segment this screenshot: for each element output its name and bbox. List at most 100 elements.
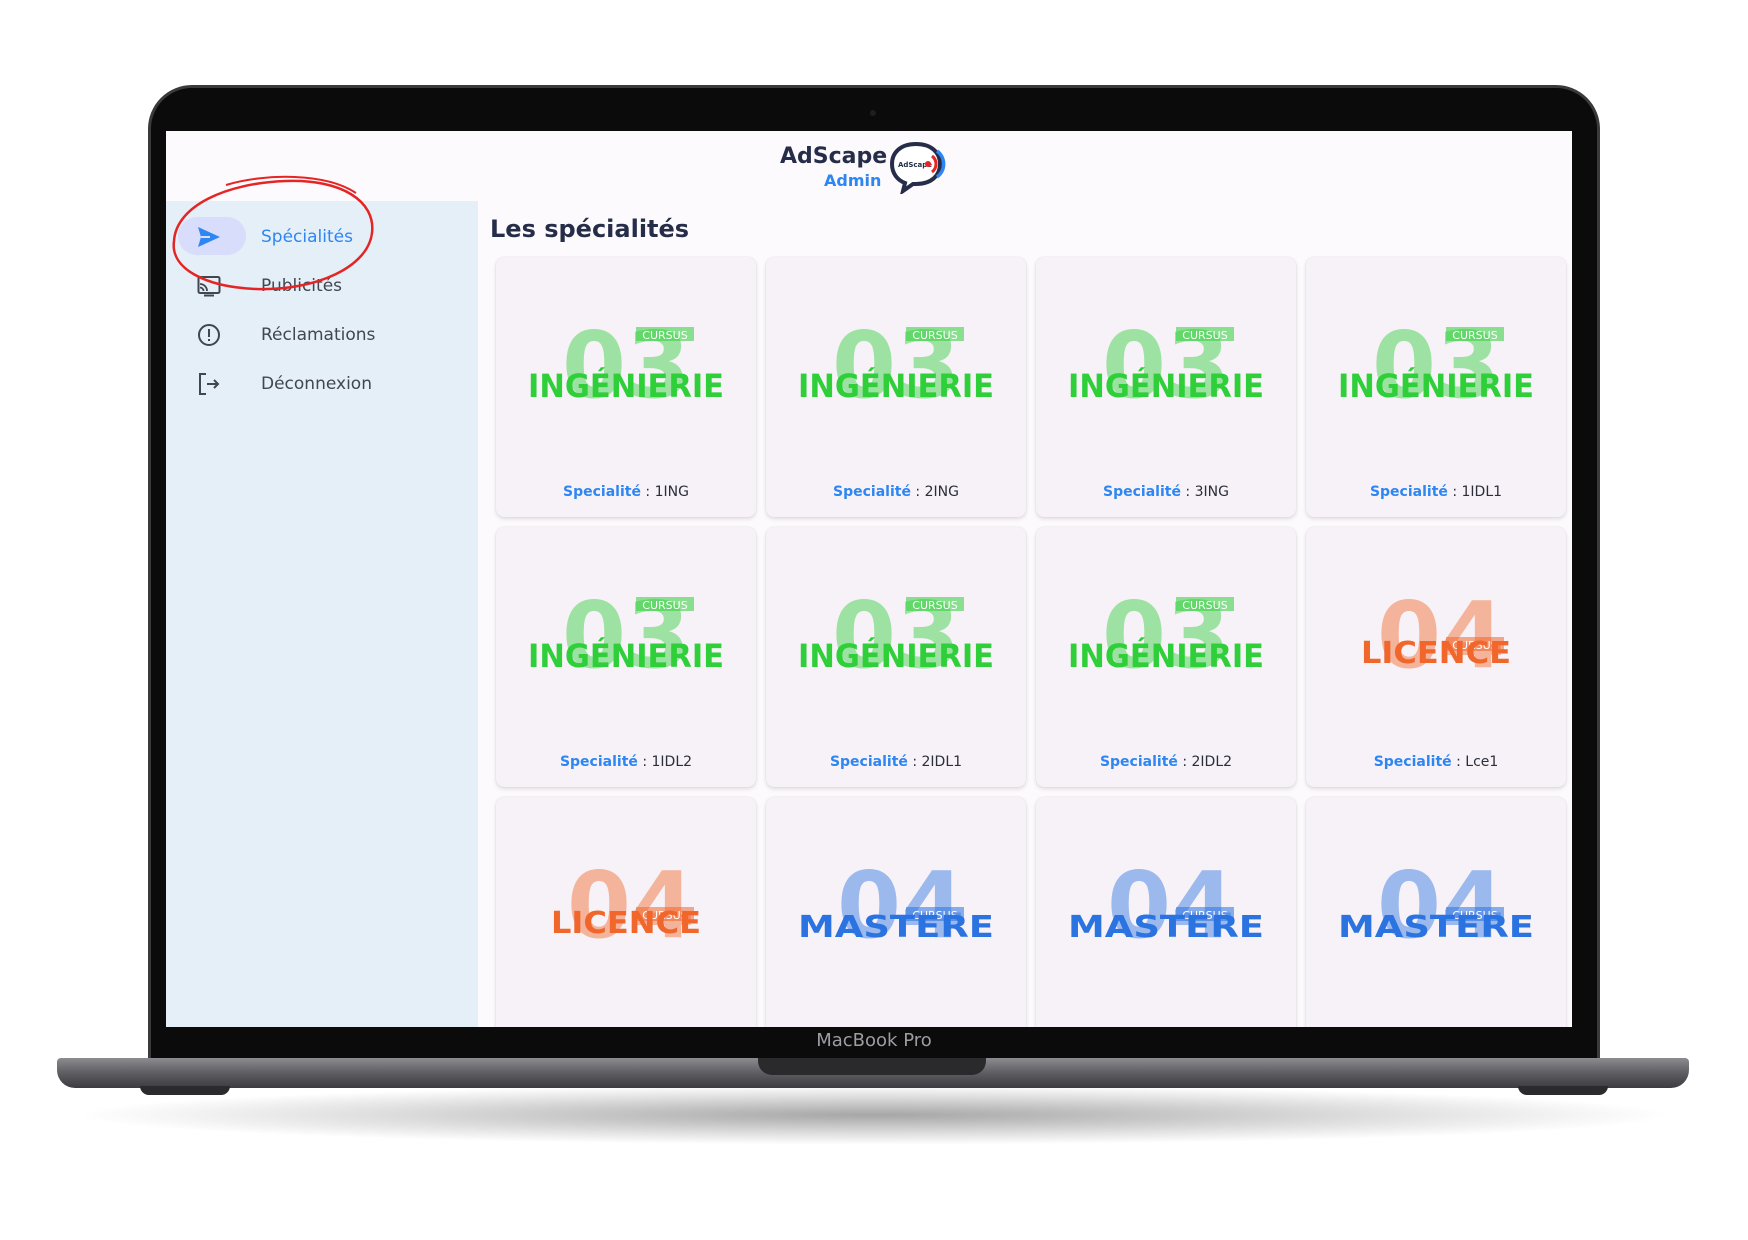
card-separator: :	[1177, 754, 1192, 770]
card-label: Specialité : 1IDL1	[1306, 484, 1566, 500]
card-label: Specialité : 1ING	[496, 484, 756, 500]
cursus-logo-ing: 03CURSUSINGÉNIERIE	[798, 587, 994, 687]
laptop-shadow	[70, 1085, 1678, 1145]
cursus-word: MASTERE	[1338, 910, 1534, 945]
cursus-logo-lic: 04CURSUSLICENCE	[551, 857, 701, 957]
cursus-word: INGÉNIERIE	[528, 367, 724, 405]
device-label: MacBook Pro	[816, 1030, 932, 1051]
specialite-card[interactable]: 04 CURSUS MASTERE	[766, 797, 1026, 1027]
camera-icon	[870, 110, 876, 116]
cursus-small: CURSUS	[912, 329, 957, 342]
sidebar-item-label: Publicités	[261, 276, 343, 296]
card-label: Specialité : 3ING	[1036, 484, 1296, 500]
specialite-card[interactable]: 04 CURSUS LICENCE	[496, 797, 756, 1027]
sidebar-item-deconnexion[interactable]: Déconnexion	[166, 361, 478, 407]
cursus-word: LICENCE	[1361, 636, 1511, 671]
cursus-small: CURSUS	[642, 599, 687, 612]
card-key: Specialité	[559, 754, 638, 770]
sidebar-item-label: Réclamations	[261, 325, 376, 345]
cursus-logo-ing: 03CURSUSINGÉNIERIE	[528, 587, 724, 687]
alert-circle-icon	[198, 324, 220, 346]
cursus-logo-mas: 04CURSUSMASTERE	[1338, 857, 1534, 957]
card-label: Specialité : 1IDL2	[496, 754, 756, 770]
cursus-logo-ing: 03CURSUSINGÉNIERIE	[528, 317, 724, 417]
cursus-logo-ing: 03CURSUSINGÉNIERIE	[798, 317, 994, 417]
card-key: Specialité	[829, 754, 908, 770]
specialite-card[interactable]: 03 CURSUS INGÉNIERIE Specialité : 2IDL1	[766, 527, 1026, 787]
card-key: Specialité	[833, 484, 911, 500]
card-key: Specialité	[1369, 484, 1448, 500]
card-label: Specialité : 2IDL2	[1036, 754, 1296, 770]
card-label: Specialité : 2ING	[766, 484, 1026, 500]
cursus-logo-ing: 03CURSUSINGÉNIERIE	[1068, 587, 1264, 687]
cursus-small: CURSUS	[1182, 599, 1227, 612]
sidebar-item-publicites[interactable]: Publicités	[166, 263, 478, 309]
specialite-card[interactable]: 03 CURSUS INGÉNIERIE Specialité : 1ING	[496, 257, 756, 517]
laptop-foot-left	[140, 1086, 230, 1095]
specialite-card[interactable]: 03 CURSUS INGÉNIERIE Specialité : 1IDL1	[1306, 257, 1566, 517]
card-value: 1ING	[654, 484, 689, 500]
card-value: 2IDL1	[921, 754, 963, 770]
cursus-word: INGÉNIERIE	[798, 637, 994, 675]
specialite-card[interactable]: 03 CURSUS INGÉNIERIE Specialité : 2ING	[766, 257, 1026, 517]
stage: AdScape Admin AdScape Spécialités Public…	[0, 0, 1748, 1240]
specialite-card[interactable]: 03 CURSUS INGÉNIERIE Specialité : 1IDL2	[496, 527, 756, 787]
card-separator: :	[637, 754, 652, 770]
cursus-word: LICENCE	[551, 906, 701, 941]
cursus-logo-lic: 04CURSUSLICENCE	[1361, 587, 1511, 687]
cast-icon	[197, 276, 221, 297]
card-separator: :	[1180, 484, 1195, 500]
main-content: Les spécialités 03 CURSUS INGÉNIERIE Specia…	[478, 201, 1572, 1027]
card-value: 1IDL2	[651, 754, 693, 770]
laptop-foot-right	[1518, 1086, 1608, 1095]
card-value: Lce1	[1465, 754, 1499, 770]
sidebar-item-specialites[interactable]: Spécialités	[166, 214, 478, 260]
cursus-small: CURSUS	[1182, 329, 1227, 342]
card-value: 2IDL2	[1191, 754, 1233, 770]
adscape-logo-icon: AdScape	[889, 141, 946, 194]
card-key: Specialité	[1103, 484, 1181, 500]
card-separator: :	[640, 484, 655, 500]
cursus-logo-ing: 03CURSUSINGÉNIERIE	[1068, 317, 1264, 417]
app-screen: AdScape Admin AdScape Spécialités Public…	[166, 131, 1572, 1027]
specialite-card[interactable]: 04 CURSUS LICENCE Specialité : Lce1	[1306, 527, 1566, 787]
cursus-word: INGÉNIERIE	[1068, 637, 1264, 675]
specialite-card[interactable]: 04 CURSUS MASTERE	[1306, 797, 1566, 1027]
cursus-word: INGÉNIERIE	[798, 367, 994, 405]
specialite-card[interactable]: 03 CURSUS INGÉNIERIE Specialité : 3ING	[1036, 257, 1296, 517]
sidebar-item-label: Spécialités	[261, 227, 353, 247]
card-key: Specialité	[1099, 754, 1178, 770]
card-value: 1IDL1	[1461, 484, 1503, 500]
send-icon	[198, 227, 220, 247]
card-key: Specialité	[1373, 754, 1452, 770]
card-separator: :	[907, 754, 922, 770]
cursus-small: CURSUS	[912, 599, 957, 612]
card-label: Specialité : Lce1	[1306, 754, 1566, 770]
card-value: 3ING	[1194, 484, 1229, 500]
card-key: Specialité	[563, 484, 641, 500]
cursus-word: MASTERE	[1068, 910, 1264, 945]
app-name: AdScape	[780, 144, 888, 169]
laptop-notch	[758, 1058, 986, 1075]
cursus-logo-ing: 03CURSUSINGÉNIERIE	[1338, 317, 1534, 417]
cursus-logo-mas: 04CURSUSMASTERE	[1068, 857, 1264, 957]
card-label: Specialité : 2IDL1	[766, 754, 1026, 770]
sidebar: Spécialités Publicités Réclamations Déco…	[166, 201, 478, 1027]
cursus-word: INGÉNIERIE	[1338, 367, 1534, 405]
logout-icon	[199, 373, 220, 395]
app-subtitle: Admin	[824, 171, 882, 190]
card-separator: :	[1447, 484, 1462, 500]
card-separator: :	[910, 484, 925, 500]
cursus-word: INGÉNIERIE	[1068, 367, 1264, 405]
specialite-card[interactable]: 04 CURSUS MASTERE	[1036, 797, 1296, 1027]
sidebar-item-reclamations[interactable]: Réclamations	[166, 312, 478, 358]
cursus-word: INGÉNIERIE	[528, 637, 724, 675]
cursus-small: CURSUS	[1452, 329, 1497, 342]
sidebar-item-label: Déconnexion	[261, 374, 372, 394]
cursus-word: MASTERE	[798, 910, 994, 945]
specialite-card[interactable]: 03 CURSUS INGÉNIERIE Specialité : 2IDL2	[1036, 527, 1296, 787]
card-separator: :	[1451, 754, 1466, 770]
page-title: Les spécialités	[490, 215, 690, 243]
cursus-small: CURSUS	[642, 329, 687, 342]
app-header: AdScape Admin AdScape	[166, 131, 1572, 201]
